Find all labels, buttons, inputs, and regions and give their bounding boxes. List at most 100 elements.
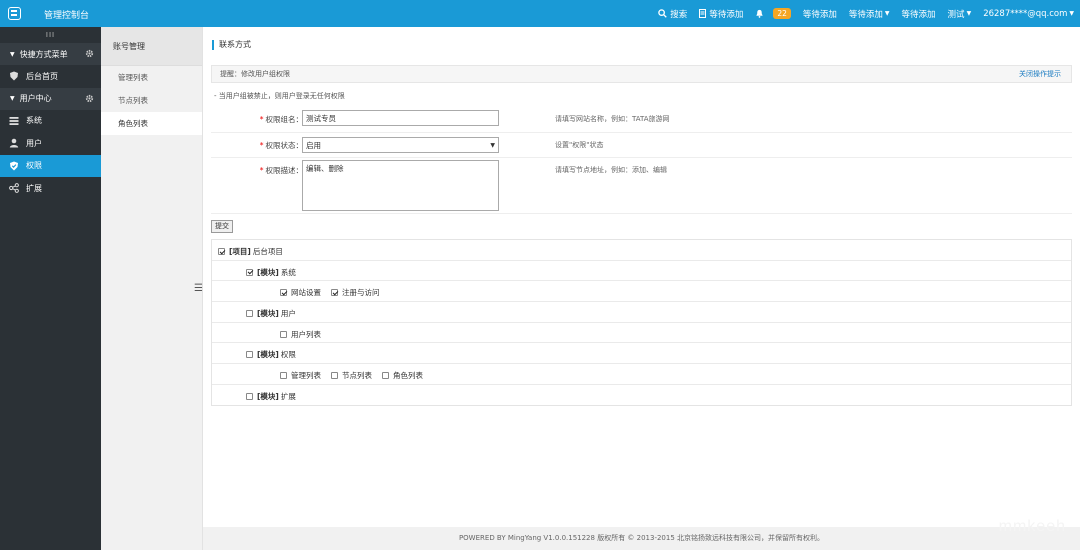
subnav-item-role-list[interactable]: 角色列表 — [101, 112, 202, 135]
sidebar-section-user-center[interactable]: ▼ 用户中心 — [0, 87, 101, 110]
caret-down-icon: ▼ — [10, 95, 15, 102]
tree-item-site-settings[interactable]: 网站设置 — [280, 287, 321, 298]
tree-item-project[interactable]: [项目] 后台项目 — [218, 246, 283, 257]
node-name: 用户列表 — [291, 329, 321, 339]
gear-icon[interactable] — [85, 94, 94, 103]
form-row-desc: * 权限描述： 编辑、删除 请填写节点地址，例如：添加、编辑 — [211, 158, 1072, 214]
search-icon — [658, 9, 668, 18]
pending-button-4[interactable]: 等待添加 — [902, 8, 936, 20]
tree-item-user[interactable]: [模块] 用户 — [246, 308, 296, 319]
chevron-down-icon: ▼ — [966, 10, 972, 17]
subnav-item-node-list[interactable]: 节点列表 — [101, 89, 202, 112]
checkbox[interactable] — [280, 330, 287, 338]
close-tip-link[interactable]: 关闭操作提示 — [1019, 66, 1061, 82]
module-tag: [模块] — [257, 267, 279, 277]
tree-item-node-list[interactable]: 节点列表 — [331, 370, 372, 381]
node-name: 角色列表 — [393, 371, 423, 381]
pending-label-1: 等待添加 — [709, 9, 744, 20]
node-name: 节点列表 — [342, 371, 372, 381]
main-content: 联系方式 提醒：修改用户组权限 关闭操作提示 - 当用户组被禁止，则用户登录无任… — [203, 27, 1080, 527]
project-tag: [项目] — [229, 247, 251, 256]
status-label-text: 权限状态： — [265, 141, 304, 150]
permission-tree: [项目] 后台项目 [模块] 系统 网站设置 注册与访问 [模块] 用户 用户列表 [… — [211, 239, 1072, 406]
module-tag: [模块] — [257, 350, 279, 360]
checkbox[interactable] — [246, 392, 253, 400]
shield-icon — [10, 71, 18, 81]
checkbox[interactable] — [331, 372, 338, 380]
sidebar-section-label: 快捷方式菜单 — [19, 49, 68, 59]
tree-item-manage-list[interactable]: 管理列表 — [280, 370, 321, 381]
tree-item-permission[interactable]: [模块] 权限 — [246, 349, 296, 360]
module-name: 扩展 — [280, 391, 296, 401]
page-title: 联系方式 — [212, 40, 251, 50]
gear-icon[interactable] — [85, 49, 94, 58]
caret-down-icon: ▼ — [10, 50, 15, 58]
checkbox[interactable] — [246, 351, 253, 359]
checkbox[interactable] — [382, 372, 389, 380]
tree-item-role-list[interactable]: 角色列表 — [382, 370, 423, 381]
search-button[interactable]: 搜索 — [658, 8, 687, 20]
checkbox-checked[interactable] — [218, 248, 225, 255]
sidebar-item-label: 后台首页 — [26, 71, 58, 81]
node-name: 注册与访问 — [342, 288, 380, 298]
test-dropdown[interactable]: 测试 ▼ — [948, 8, 972, 20]
tree-row-system: [模块] 系统 — [212, 261, 1071, 282]
name-input[interactable] — [302, 110, 499, 126]
sidebar-item-label: 用户 — [26, 138, 42, 148]
menu-toggle-icon[interactable]: ☰ — [194, 283, 203, 294]
chevron-down-icon: ▼ — [1069, 10, 1074, 17]
sidebar-item-permission[interactable]: 权限 — [0, 154, 101, 177]
tree-row-system-nodes: 网站设置 注册与访问 — [212, 281, 1071, 303]
sidebar: III ▼ 快捷方式菜单 后台首页 ▼ 用户中心 系统 用户 权限 扩展 — [0, 27, 101, 550]
search-label: 搜索 — [670, 9, 688, 20]
notification-button[interactable]: 22 — [755, 8, 791, 19]
checkbox-checked[interactable] — [246, 268, 253, 276]
status-label: * 权限状态： — [251, 140, 303, 151]
sub-nav: 账号管理 管理列表 节点列表 角色列表 — [101, 27, 203, 550]
name-help: 请填写网站名称，例如：TATA旅游网 — [555, 115, 670, 123]
tree-item-user-list[interactable]: 用户列表 — [280, 329, 321, 340]
desc-label: * 权限描述： — [251, 165, 303, 176]
test-label: 测试 — [947, 9, 965, 20]
required-mark: * — [259, 166, 264, 175]
tree-row-user: [模块] 用户 — [212, 302, 1071, 323]
chevron-down-icon: ▼ — [884, 10, 890, 17]
sidebar-item-home[interactable]: 后台首页 — [0, 65, 101, 88]
sidebar-section-quick-menu[interactable]: ▼ 快捷方式菜单 — [0, 43, 101, 65]
pending-button-2[interactable]: 等待添加 — [803, 8, 837, 20]
bell-icon — [756, 9, 763, 18]
pending-dropdown[interactable]: 等待添加 ▼ — [849, 8, 890, 20]
required-mark: * — [259, 115, 264, 124]
watermark: mmkeeh — [998, 518, 1066, 535]
sidebar-item-system[interactable]: 系统 — [0, 110, 101, 133]
tree-item-register-access[interactable]: 注册与访问 — [331, 287, 380, 298]
status-help: 设置"权限"状态 — [555, 141, 604, 149]
required-mark: * — [259, 141, 264, 150]
notification-badge: 22 — [773, 8, 791, 19]
desc-help: 请填写节点地址，例如：添加、编辑 — [555, 166, 667, 174]
tip-bar: 提醒：修改用户组权限 关闭操作提示 — [211, 65, 1072, 83]
checkbox-checked[interactable] — [331, 289, 338, 297]
sidebar-grip[interactable]: III — [0, 27, 101, 43]
submit-button[interactable]: 提交 — [211, 220, 233, 233]
checkbox[interactable] — [246, 310, 253, 318]
checkbox-checked[interactable] — [280, 289, 287, 297]
user-dropdown[interactable]: 26287****@qq.com ▼ — [983, 9, 1074, 19]
tree-row-permission: [模块] 权限 — [212, 343, 1071, 365]
desc-textarea[interactable]: 编辑、删除 — [302, 160, 499, 211]
pending-label-3: 等待添加 — [848, 9, 883, 20]
logo-icon[interactable] — [8, 7, 21, 20]
pending-button-1[interactable]: 等待添加 — [699, 8, 743, 20]
tree-item-extend[interactable]: [模块] 扩展 — [246, 391, 296, 402]
subnav-title: 账号管理 — [101, 27, 202, 66]
module-name: 权限 — [280, 350, 296, 360]
status-select[interactable]: 启用 ▼ — [302, 137, 499, 153]
sidebar-item-extend[interactable]: 扩展 — [0, 177, 101, 200]
tree-item-system[interactable]: [模块] 系统 — [246, 267, 296, 278]
name-label-text: 权限组名： — [265, 115, 304, 124]
subnav-item-manage-list[interactable]: 管理列表 — [101, 66, 202, 89]
checkbox[interactable] — [280, 372, 287, 380]
tree-row-project: [项目] 后台项目 — [212, 240, 1071, 261]
sidebar-item-user[interactable]: 用户 — [0, 132, 101, 155]
module-tag: [模块] — [257, 391, 279, 401]
